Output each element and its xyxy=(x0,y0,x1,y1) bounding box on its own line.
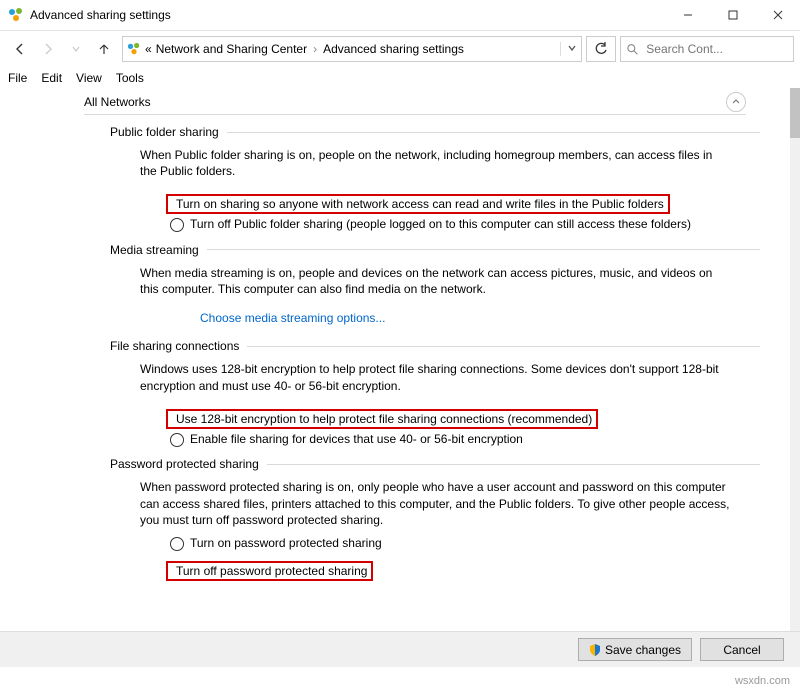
title-bar: Advanced sharing settings xyxy=(0,0,800,31)
group-description: Windows uses 128-bit encryption to help … xyxy=(140,361,730,393)
group-description: When Public folder sharing is on, people… xyxy=(140,147,730,179)
menu-bar: File Edit View Tools xyxy=(0,67,800,89)
bottom-bar: Save changes Cancel xyxy=(0,631,800,667)
group-description: When media streaming is on, people and d… xyxy=(140,265,730,297)
profile-name: All Networks xyxy=(84,95,151,109)
address-dropdown[interactable] xyxy=(560,42,577,56)
media-options-link[interactable]: Choose media streaming options... xyxy=(200,311,385,325)
navigation-bar: « Network and Sharing Center › Advanced … xyxy=(0,31,800,67)
search-input[interactable] xyxy=(644,41,787,57)
highlight-password-off: Turn off password protected sharing xyxy=(166,561,373,581)
maximize-button[interactable] xyxy=(710,0,755,30)
vertical-scrollbar[interactable] xyxy=(790,88,800,650)
save-changes-button[interactable]: Save changes xyxy=(578,638,692,661)
menu-tools[interactable]: Tools xyxy=(116,71,144,85)
radio-password-on[interactable] xyxy=(170,537,184,551)
divider xyxy=(267,464,760,465)
search-box[interactable] xyxy=(620,36,794,62)
close-button[interactable] xyxy=(755,0,800,30)
menu-file[interactable]: File xyxy=(8,71,27,85)
group-title: Password protected sharing xyxy=(110,457,259,471)
radio-row: Turn off Public folder sharing (people l… xyxy=(170,217,760,233)
radio-40bit[interactable] xyxy=(170,433,184,447)
window-title: Advanced sharing settings xyxy=(30,8,665,22)
menu-view[interactable]: View xyxy=(76,71,102,85)
group-media-streaming: Media streaming xyxy=(110,243,760,257)
crumb-up-glyph: « xyxy=(145,42,152,56)
up-button[interactable] xyxy=(90,35,118,63)
group-title: Public folder sharing xyxy=(110,125,219,139)
cancel-button[interactable]: Cancel xyxy=(700,638,784,661)
breadcrumb-1[interactable]: Network and Sharing Center xyxy=(156,42,307,56)
recent-dropdown[interactable] xyxy=(62,35,90,63)
app-icon xyxy=(8,7,24,23)
scrollbar-thumb[interactable] xyxy=(790,88,800,138)
watermark: wsxdn.com xyxy=(735,675,790,687)
group-title: Media streaming xyxy=(110,243,199,257)
radio-label[interactable]: Turn off password protected sharing xyxy=(176,564,367,578)
group-file-sharing: File sharing connections xyxy=(110,339,760,353)
shield-icon xyxy=(589,644,601,656)
button-label: Save changes xyxy=(605,643,681,657)
breadcrumb-2[interactable]: Advanced sharing settings xyxy=(323,42,464,56)
radio-label[interactable]: Turn off Public folder sharing (people l… xyxy=(190,217,691,233)
divider xyxy=(247,346,760,347)
refresh-button[interactable] xyxy=(586,36,616,62)
highlight-public-on: Turn on sharing so anyone with network a… xyxy=(166,194,670,214)
radio-label[interactable]: Turn on sharing so anyone with network a… xyxy=(176,197,664,211)
address-bar[interactable]: « Network and Sharing Center › Advanced … xyxy=(122,36,582,62)
collapse-toggle[interactable] xyxy=(726,92,746,112)
forward-button[interactable] xyxy=(34,35,62,63)
radio-label[interactable]: Use 128-bit encryption to help protect f… xyxy=(176,412,592,426)
divider xyxy=(227,132,760,133)
radio-row: Turn on password protected sharing xyxy=(170,536,760,552)
radio-label[interactable]: Enable file sharing for devices that use… xyxy=(190,432,523,448)
radio-row: Enable file sharing for devices that use… xyxy=(170,432,760,448)
chevron-right-icon: › xyxy=(313,42,317,56)
radio-public-off[interactable] xyxy=(170,218,184,232)
profile-header[interactable]: All Networks xyxy=(84,92,746,115)
location-icon xyxy=(127,42,141,56)
group-password-sharing: Password protected sharing xyxy=(110,457,760,471)
back-button[interactable] xyxy=(6,35,34,63)
minimize-button[interactable] xyxy=(665,0,710,30)
group-public-sharing: Public folder sharing xyxy=(110,125,760,139)
button-label: Cancel xyxy=(723,643,760,657)
search-icon xyxy=(627,43,638,56)
content-area: All Networks Public folder sharing When … xyxy=(0,88,790,650)
group-description: When password protected sharing is on, o… xyxy=(140,479,730,528)
highlight-128bit: Use 128-bit encryption to help protect f… xyxy=(166,409,598,429)
group-title: File sharing connections xyxy=(110,339,239,353)
menu-edit[interactable]: Edit xyxy=(41,71,62,85)
divider xyxy=(207,249,760,250)
radio-label[interactable]: Turn on password protected sharing xyxy=(190,536,382,552)
